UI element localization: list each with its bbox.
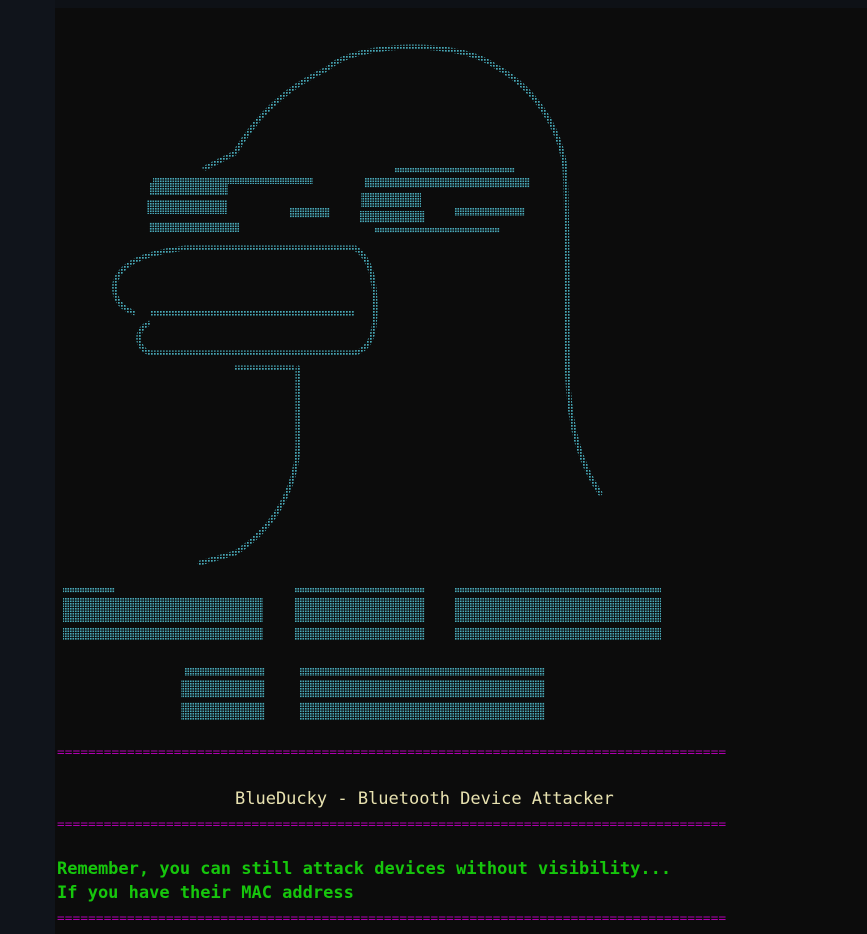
duck-caption-art bbox=[63, 588, 661, 720]
duck-beak bbox=[112, 245, 378, 371]
duck-ascii-art bbox=[63, 44, 661, 720]
app-title: BlueDucky - Bluetooth Device Attacker bbox=[235, 789, 614, 809]
terminal-output: ========================================… bbox=[55, 8, 867, 934]
duck-head-outline bbox=[197, 44, 603, 566]
message-line-2: If you have their MAC address bbox=[57, 883, 354, 903]
divider-top: ========================================… bbox=[57, 744, 727, 759]
divider-bottom: ========================================… bbox=[57, 910, 727, 925]
duck-eyes bbox=[147, 168, 530, 233]
divider-middle: ========================================… bbox=[57, 816, 727, 831]
window: ========================================… bbox=[0, 0, 867, 934]
side-gutter bbox=[0, 0, 55, 934]
message-line-1: Remember, you can still attack devices w… bbox=[57, 859, 672, 879]
